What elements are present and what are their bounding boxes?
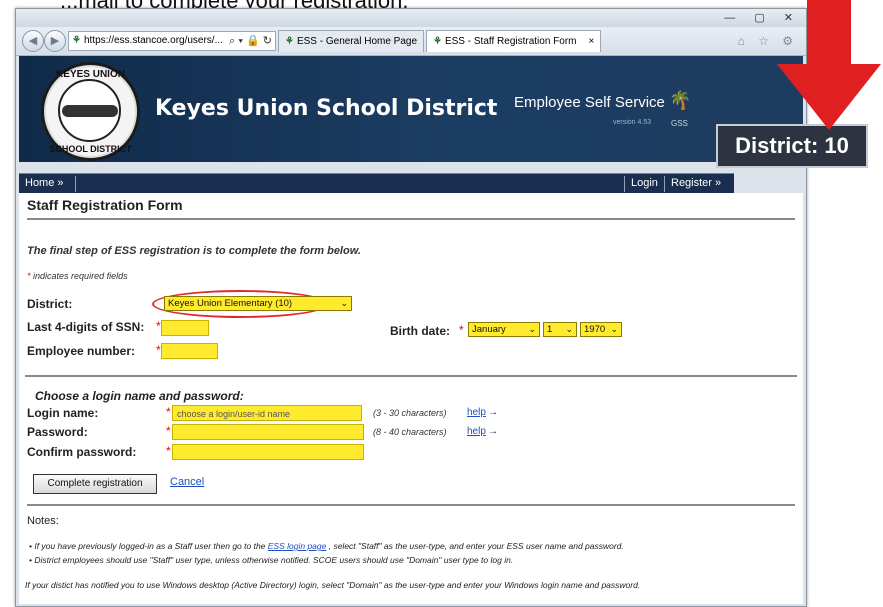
birth-month-select[interactable]: January ⌄ bbox=[468, 322, 540, 337]
district-seal-logo: KEYES UNION SCHOOL DISTRICT bbox=[41, 62, 140, 161]
nav-login-link[interactable]: Login bbox=[631, 177, 658, 189]
employee-number-label: Employee number: bbox=[27, 344, 136, 358]
ssn-input[interactable] bbox=[161, 320, 209, 336]
ess-title: Employee Self Service bbox=[514, 94, 665, 111]
address-controls-icon[interactable]: ⌕ ▾ 🔒 ↻ bbox=[229, 32, 272, 50]
password-label: Password: bbox=[27, 425, 88, 439]
tab-label: ESS - General Home Page bbox=[296, 36, 418, 47]
address-text: https://ess.stancoe.org/users/... bbox=[83, 35, 223, 46]
arrow-right-icon: → bbox=[488, 426, 498, 437]
login-name-input[interactable]: choose a login/user-id name bbox=[172, 405, 362, 421]
district-label: District: bbox=[27, 297, 73, 311]
form-intro: The final step of ESS registration is to… bbox=[27, 245, 361, 257]
tab-general-home[interactable]: ⚘ ESS - General Home Page bbox=[278, 30, 425, 52]
note-item: • If you have previously logged-in as a … bbox=[29, 541, 624, 551]
login-name-label: Login name: bbox=[27, 406, 99, 420]
title-bar: — ▢ ✕ bbox=[16, 9, 806, 27]
confirm-password-label: Confirm password: bbox=[27, 445, 137, 459]
district-title: Keyes Union School District bbox=[155, 96, 498, 121]
page-title: Staff Registration Form bbox=[27, 197, 183, 213]
password-input[interactable] bbox=[172, 424, 364, 440]
arrow-right-icon: → bbox=[488, 407, 498, 418]
nav-divider bbox=[664, 176, 665, 192]
ess-version: version 4.53 bbox=[613, 119, 652, 126]
address-bar[interactable]: ⚘ https://ess.stancoe.org/users/... ⌕ ▾ 🔒… bbox=[68, 31, 276, 51]
required-star: * bbox=[156, 343, 161, 357]
tab-label: ESS - Staff Registration Form bbox=[444, 36, 577, 47]
chevron-down-icon: ⌄ bbox=[565, 324, 573, 334]
nav-bar: Home » Login Register » bbox=[19, 173, 734, 194]
tab-favicon-icon: ⚘ bbox=[285, 36, 294, 47]
birth-year-select[interactable]: 1970 ⌄ bbox=[580, 322, 622, 337]
birth-date-label: Birth date: bbox=[390, 324, 450, 338]
password-hint: (8 - 40 characters) bbox=[373, 427, 447, 437]
chevron-down-icon: ⌄ bbox=[528, 324, 536, 334]
browser-toolbar: ◀ ▶ ⚘ https://ess.stancoe.org/users/... ⌕… bbox=[16, 27, 806, 56]
tab-staff-registration[interactable]: ⚘ ESS - Staff Registration Form × bbox=[426, 30, 602, 52]
required-star: * bbox=[166, 444, 171, 458]
section-divider bbox=[25, 375, 797, 377]
down-arrow-icon bbox=[777, 0, 881, 130]
ess-logo-text: GSS bbox=[671, 119, 688, 128]
form-content: Staff Registration Form The final step o… bbox=[19, 193, 803, 604]
required-star: * bbox=[166, 424, 171, 438]
note-item: • District employees should use "Staff" … bbox=[29, 555, 514, 565]
forward-button[interactable]: ▶ bbox=[44, 30, 66, 52]
chevron-down-icon: ⌄ bbox=[610, 324, 618, 334]
required-star: * bbox=[156, 319, 161, 333]
site-favicon-icon: ⚘ bbox=[72, 35, 81, 46]
confirm-password-input[interactable] bbox=[172, 444, 364, 460]
chevron-down-icon: ⌄ bbox=[340, 298, 348, 308]
nav-divider bbox=[624, 176, 625, 192]
nav-divider bbox=[75, 176, 76, 192]
title-divider bbox=[27, 218, 795, 220]
ssn-label: Last 4-digits of SSN: bbox=[27, 320, 145, 334]
required-star: * bbox=[166, 405, 171, 419]
nav-home-link[interactable]: Home » bbox=[25, 177, 64, 189]
nav-register-link[interactable]: Register » bbox=[671, 177, 721, 189]
complete-registration-button[interactable]: Complete registration bbox=[33, 474, 157, 494]
employee-number-input[interactable] bbox=[161, 343, 218, 359]
required-note: * indicates required fields bbox=[27, 271, 128, 281]
login-section-title: Choose a login name and password: bbox=[35, 389, 244, 403]
back-button[interactable]: ◀ bbox=[22, 30, 44, 52]
district-select[interactable]: Keyes Union Elementary (10) ⌄ bbox=[164, 296, 352, 311]
ess-login-page-link[interactable]: ESS login page bbox=[268, 541, 327, 551]
notes-title: Notes: bbox=[27, 515, 59, 527]
cancel-link[interactable]: Cancel bbox=[170, 476, 204, 488]
tab-favicon-icon: ⚘ bbox=[433, 36, 442, 47]
palm-tree-icon: 🌴 bbox=[669, 90, 692, 110]
login-hint: (3 - 30 characters) bbox=[373, 408, 447, 418]
login-help-link[interactable]: help bbox=[467, 407, 486, 418]
password-help-link[interactable]: help bbox=[467, 426, 486, 437]
site-banner: KEYES UNION SCHOOL DISTRICT Keyes Union … bbox=[19, 56, 803, 162]
district-number-badge: District: 10 bbox=[718, 126, 866, 166]
windows-login-note: If your distict has notified you to use … bbox=[25, 580, 641, 590]
birth-day-select[interactable]: 1 ⌄ bbox=[543, 322, 577, 337]
tab-close-icon[interactable]: × bbox=[589, 36, 595, 47]
browser-window: — ▢ ✕ ◀ ▶ ⚘ https://ess.stancoe.org/users… bbox=[15, 8, 807, 607]
required-star: * bbox=[459, 323, 464, 337]
notes-divider bbox=[27, 504, 795, 506]
